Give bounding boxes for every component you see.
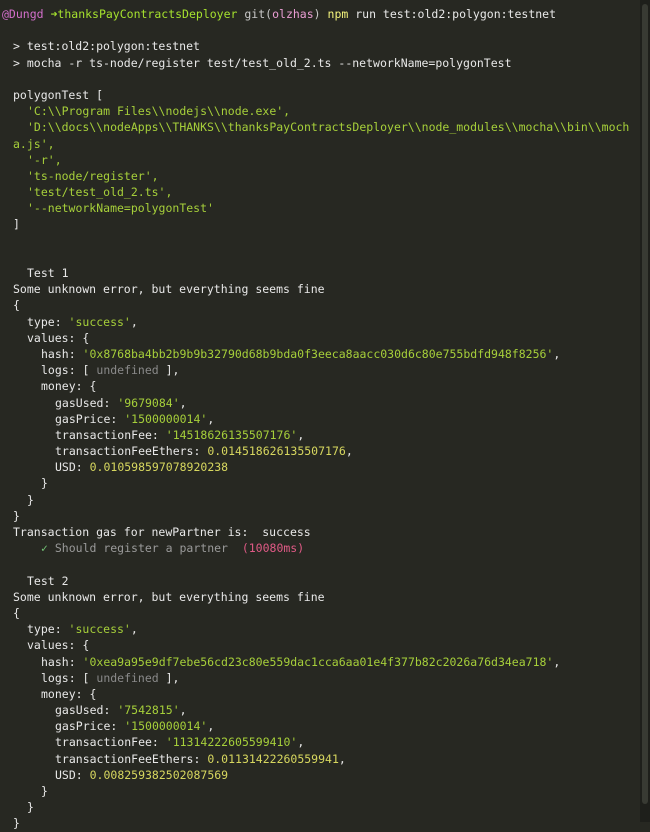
brace: { — [13, 298, 20, 313]
gas-used-value: '7542815' — [117, 703, 180, 718]
argv-item: 'ts-node/register', — [27, 168, 159, 183]
brace: } — [27, 800, 34, 815]
argv-item: 'D:\\docs\\nodeApps\\THANKS\\thanksPayCo… — [27, 120, 630, 135]
gas-used-value: '9679084' — [117, 395, 180, 410]
usd-line: USD: 0.010598597078920238 — [55, 460, 229, 475]
shell-prompt: @Dungd ➜thanksPayContractsDeployer git(o… — [2, 6, 640, 22]
test-note: Some unknown error, but everything seems… — [13, 282, 325, 297]
transaction-fee-ethers-value: 0.01131422260559941 — [207, 751, 339, 766]
logs-line: logs: [ undefined ], — [41, 363, 180, 378]
result-line: Transaction gas for newPartner is: succe… — [13, 525, 311, 539]
brace: } — [41, 476, 48, 491]
argv-footer: ] — [13, 217, 20, 232]
script-line: > test:old2:polygon:testnet — [13, 39, 200, 54]
brace: } — [13, 508, 20, 523]
type-line: type: 'success', — [27, 622, 138, 637]
argv-item: 'C:\\Program Files\\nodejs\\node.exe', — [27, 104, 291, 119]
transaction-fee-ethers-value: 0.014518626135507176 — [207, 444, 346, 459]
transaction-fee-ethers-line: transactionFeeEthers: 0.0145186261355071… — [55, 444, 353, 459]
gas-price-value: '1500000014' — [124, 719, 208, 734]
argv-item: '--networkName=polygonTest' — [27, 201, 214, 216]
terminal-output[interactable]: @Dungd ➜thanksPayContractsDeployer git(o… — [0, 0, 640, 830]
pass-title: Should register a partner — [54, 541, 228, 556]
transaction-fee-line: transactionFee: '11314222605599410', — [55, 735, 305, 750]
gas-price-value: '1500000014' — [124, 411, 208, 426]
gas-used-line: gasUsed: '7542815', — [55, 703, 187, 718]
prompt-branch: olzhas — [272, 7, 314, 21]
gas-price-line: gasPrice: '1500000014', — [55, 719, 215, 734]
prompt-git-label: git — [244, 7, 266, 21]
money-line: money: { — [41, 686, 97, 701]
vertical-scrollbar[interactable] — [640, 0, 650, 822]
transaction-fee-value: '11314222605599410' — [165, 735, 298, 750]
prompt-user: @Dungd — [2, 7, 44, 21]
hash-value: '0xea9a95e9df7ebe56cd23c80e559dac1cca6aa… — [82, 654, 554, 669]
transaction-fee-ethers-line: transactionFeeEthers: 0.0113142226055994… — [55, 751, 346, 766]
gas-used-line: gasUsed: '9679084', — [55, 395, 187, 410]
script-line: > mocha -r ts-node/register test/test_ol… — [13, 55, 512, 70]
logs-line: logs: [ undefined ], — [41, 670, 180, 685]
usd-value: 0.010598597078920238 — [89, 460, 229, 475]
test-note: Some unknown error, but everything seems… — [13, 589, 325, 604]
argv-item-wrap: a.js', — [13, 136, 55, 151]
brace: } — [13, 816, 20, 831]
scrollbar-thumb[interactable] — [642, 4, 648, 804]
pass-line: ✓ Should register a partner (10080ms) — [13, 540, 640, 556]
type-line: type: 'success', — [27, 314, 138, 329]
argv-item: '-r', — [27, 152, 62, 167]
hash-line: hash: '0xea9a95e9df7ebe56cd23c80e559dac1… — [41, 654, 561, 669]
usd-line: USD: 0.008259382502087569 — [55, 767, 229, 782]
prompt-npm: npm — [327, 7, 349, 21]
type-value: 'success' — [68, 314, 131, 329]
brace: } — [41, 784, 48, 798]
pass-duration: (10080ms) — [241, 541, 305, 556]
check-icon: ✓ — [41, 541, 48, 556]
hash-value: '0x8768ba4bb2b9b9b32790d68b9bda0f3eeca8a… — [82, 346, 554, 361]
type-value: 'success' — [68, 622, 131, 637]
usd-value: 0.008259382502087569 — [89, 767, 229, 782]
prompt-branch-close: ) — [313, 7, 321, 21]
values-line: values: { — [27, 330, 90, 345]
transaction-fee-line: transactionFee: '14518626135507176', — [55, 427, 305, 442]
logs-value: undefined — [96, 670, 159, 685]
money-line: money: { — [41, 379, 97, 394]
prompt-command: run test:old2:polygon:testnet — [355, 7, 557, 21]
argv-item: 'test/test_old_2.ts', — [27, 185, 173, 200]
prompt-directory: thanksPayContractsDeployer — [57, 7, 238, 21]
transaction-fee-value: '14518626135507176' — [165, 427, 298, 442]
hash-line: hash: '0x8768ba4bb2b9b9b32790d68b9bda0f3… — [41, 346, 561, 361]
gas-price-line: gasPrice: '1500000014', — [55, 411, 215, 426]
logs-value: undefined — [96, 363, 159, 378]
brace: { — [13, 605, 20, 620]
argv-header: polygonTest [ — [13, 87, 104, 102]
brace: } — [27, 492, 34, 507]
values-line: values: { — [27, 638, 90, 653]
test-title: Test 2 — [27, 573, 69, 588]
test-title: Test 1 — [27, 266, 69, 280]
